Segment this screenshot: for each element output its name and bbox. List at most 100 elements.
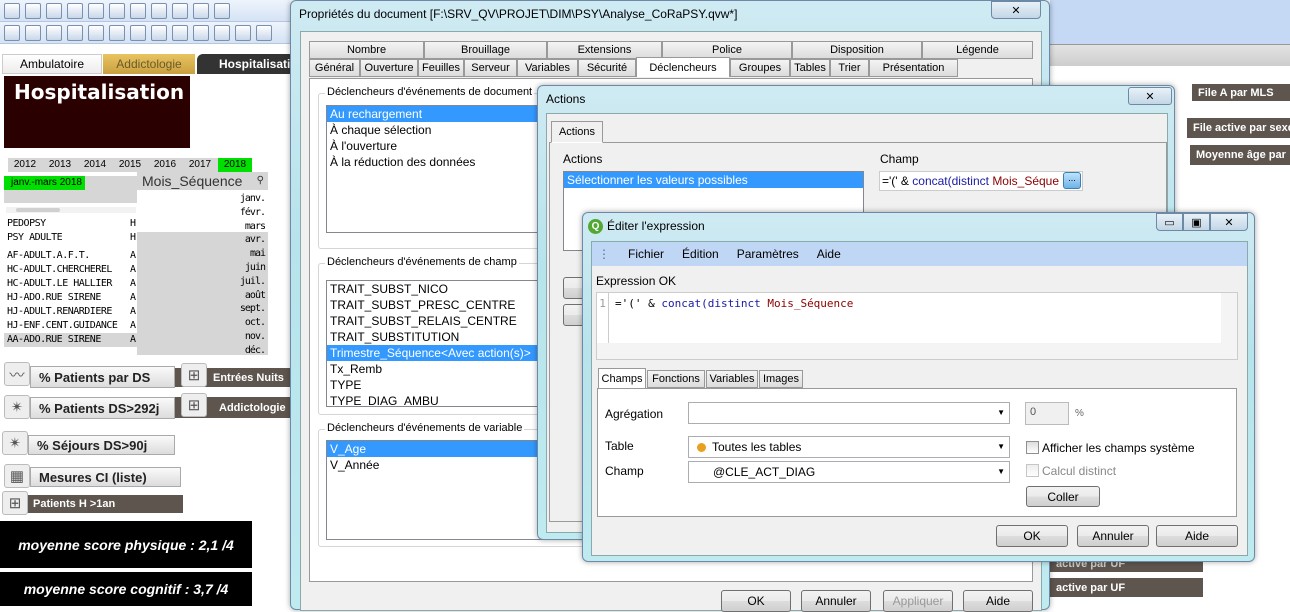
line-chart-icon[interactable]: 〰	[4, 362, 30, 386]
menu-3[interactable]: Paramètres	[737, 247, 799, 261]
field-events-list[interactable]: TRAIT_SUBST_NICO TRAIT_SUBST_PRESC_CENTRE…	[326, 280, 556, 407]
tab-images[interactable]: Images	[759, 370, 803, 388]
patients-h1an-button[interactable]: Patients H >1an	[25, 495, 183, 513]
list-item[interactable]: TYPE_DIAG_AMBU	[327, 393, 555, 406]
list-item[interactable]: TRAIT_SUBST_NICO	[327, 281, 555, 297]
table-plus-icon[interactable]: ⊞	[2, 491, 28, 515]
list-item[interactable]: TYPE	[327, 377, 555, 393]
grid-icon[interactable]: ▦	[4, 464, 30, 488]
month-item[interactable]: mars	[245, 221, 268, 232]
aggregation-select[interactable]: ▼	[688, 402, 1010, 424]
table-select[interactable]: Toutes les tables ▼	[688, 436, 1010, 458]
new-sheet-icon[interactable]	[4, 24, 20, 41]
month-item[interactable]: nov.	[245, 331, 268, 342]
menu-4[interactable]: Aide	[817, 247, 841, 261]
year-item[interactable]: 2017	[183, 158, 217, 172]
list-item[interactable]: V_Année	[327, 457, 555, 473]
help-button[interactable]: Aide	[1156, 525, 1238, 547]
list-item[interactable]: HJ-ADO.RUE SIRENE	[7, 292, 101, 303]
list-item[interactable]: TRAIT_SUBSTITUTION	[327, 329, 555, 345]
ok-button[interactable]: OK	[721, 590, 791, 612]
list-item[interactable]: PSY ADULTE	[7, 232, 63, 243]
list-item[interactable]: Trimestre_Séquence<Avec action(s)>	[327, 345, 555, 361]
reload-data-icon[interactable]	[130, 2, 146, 19]
list-item[interactable]: V_Age	[327, 441, 555, 457]
list-item[interactable]: PEDOPSY	[7, 218, 46, 229]
close-button[interactable]: ✕	[1128, 87, 1172, 105]
ok-button[interactable]: OK	[996, 525, 1068, 547]
tab-ambulatoire[interactable]: Ambulatoire	[2, 54, 102, 74]
tab-présentation[interactable]: Présentation	[869, 59, 958, 77]
month-item[interactable]: août	[245, 290, 268, 301]
file-a-mls-button[interactable]: File A par MLS	[1192, 84, 1290, 101]
doc-events-list[interactable]: Au rechargement À chaque sélection À l'ouv…	[326, 105, 556, 233]
tab-sécurité[interactable]: Sécurité	[578, 59, 636, 77]
list-item[interactable]: TRAIT_SUBST_PRESC_CENTRE	[327, 297, 555, 313]
current-selections-icon[interactable]	[214, 24, 230, 41]
input-box-icon[interactable]	[193, 24, 209, 41]
list-item[interactable]: AF-ADULT.A.F.T.	[7, 250, 90, 261]
horizontal-scrollbar[interactable]	[597, 343, 1237, 359]
list-item[interactable]: HC-ADULT.LE HALLIER	[7, 278, 112, 289]
listbox-icon[interactable]	[88, 24, 104, 41]
month-item[interactable]: mai	[250, 248, 268, 259]
tab-légende[interactable]: Légende	[922, 41, 1033, 59]
sejours-ds90-button[interactable]: % Séjours DS>90j	[28, 435, 175, 455]
redo-icon[interactable]	[172, 2, 188, 19]
list-item[interactable]: À chaque sélection	[327, 122, 555, 138]
bookmark-icon[interactable]	[67, 24, 83, 41]
month-item[interactable]: oct.	[245, 317, 268, 328]
list-item[interactable]: Tx_Remb	[327, 361, 555, 377]
tab-hospitalisation[interactable]: Hospitalisation	[197, 54, 290, 74]
list-item[interactable]: HJ-ENF.CENT.GUIDANCE	[7, 320, 118, 331]
year-item[interactable]: 2016	[148, 158, 182, 172]
champ-input[interactable]: ='(' & concat(distinct Mois_Séque	[879, 171, 1083, 191]
list-item[interactable]: HC-ADULT.CHERCHEREL	[7, 264, 112, 275]
close-button[interactable]: ✕	[991, 1, 1041, 19]
tab-actions[interactable]: Actions	[551, 121, 603, 143]
search-icon[interactable]: ⚲	[257, 172, 264, 190]
help-button[interactable]: Aide	[963, 590, 1033, 612]
tab-champs[interactable]: Champs	[598, 368, 646, 388]
browse-expression-button[interactable]: ...	[1063, 172, 1081, 189]
list-item[interactable]: TRAIT_SUBST_RELAIS_CENTRE	[327, 313, 555, 329]
close-button[interactable]: ✕	[1210, 213, 1248, 231]
file-active-sexe-button[interactable]: File active par sexe	[1187, 118, 1290, 138]
tab-déclencheurs[interactable]: Déclencheurs	[636, 57, 730, 77]
cancel-button[interactable]: Annuler	[1077, 525, 1149, 547]
tab-trier[interactable]: Trier	[830, 59, 869, 77]
text-object-icon[interactable]	[256, 24, 272, 41]
tab-addictologie[interactable]: Addictologie	[103, 54, 195, 74]
show-system-fields-checkbox[interactable]	[1026, 441, 1039, 454]
mesures-ci-button[interactable]: Mesures CI (liste)	[30, 467, 181, 487]
month-item[interactable]: sept.	[240, 303, 268, 314]
reload-icon[interactable]	[46, 2, 62, 19]
champ-select[interactable]: @CLE_ACT_DIAG ▼	[688, 461, 1010, 483]
list-item[interactable]: AA-ADO.RUE SIRENE	[7, 334, 101, 345]
active-uf-button[interactable]: active par UF	[1050, 578, 1203, 597]
month-item[interactable]: juil.	[240, 276, 268, 287]
table-plus-icon[interactable]: ⊞	[181, 363, 207, 387]
multibox-icon[interactable]	[151, 24, 167, 41]
month-item[interactable]: janv.	[240, 193, 268, 204]
vertical-scrollbar[interactable]	[1221, 293, 1237, 343]
selection-value[interactable]: janv.-mars 2018	[4, 176, 85, 190]
year-item[interactable]: 2018	[218, 158, 252, 172]
tab-serveur[interactable]: Serveur	[464, 59, 517, 77]
tab-variables[interactable]: Variables	[706, 370, 758, 388]
open-icon[interactable]	[25, 2, 41, 19]
year-item[interactable]: 2013	[43, 158, 77, 172]
month-item[interactable]: févr.	[240, 207, 268, 218]
list-item[interactable]: Au rechargement	[327, 106, 555, 122]
scrollbar[interactable]	[6, 207, 136, 213]
tab-nombre[interactable]: Nombre	[309, 41, 424, 59]
patients-ds292-button[interactable]: % Patients DS>292j	[30, 397, 175, 419]
maximize-button[interactable]: ▣	[1183, 213, 1210, 231]
menu-2[interactable]: Édition	[682, 247, 719, 261]
month-item[interactable]: juin	[245, 262, 268, 273]
var-events-list[interactable]: V_Age V_Année	[326, 440, 556, 540]
list-item[interactable]: À la réduction des données	[327, 154, 555, 170]
month-item[interactable]: avr.	[245, 234, 268, 245]
tab-variables[interactable]: Variables	[517, 59, 578, 77]
distinct-checkbox[interactable]	[1026, 464, 1039, 477]
